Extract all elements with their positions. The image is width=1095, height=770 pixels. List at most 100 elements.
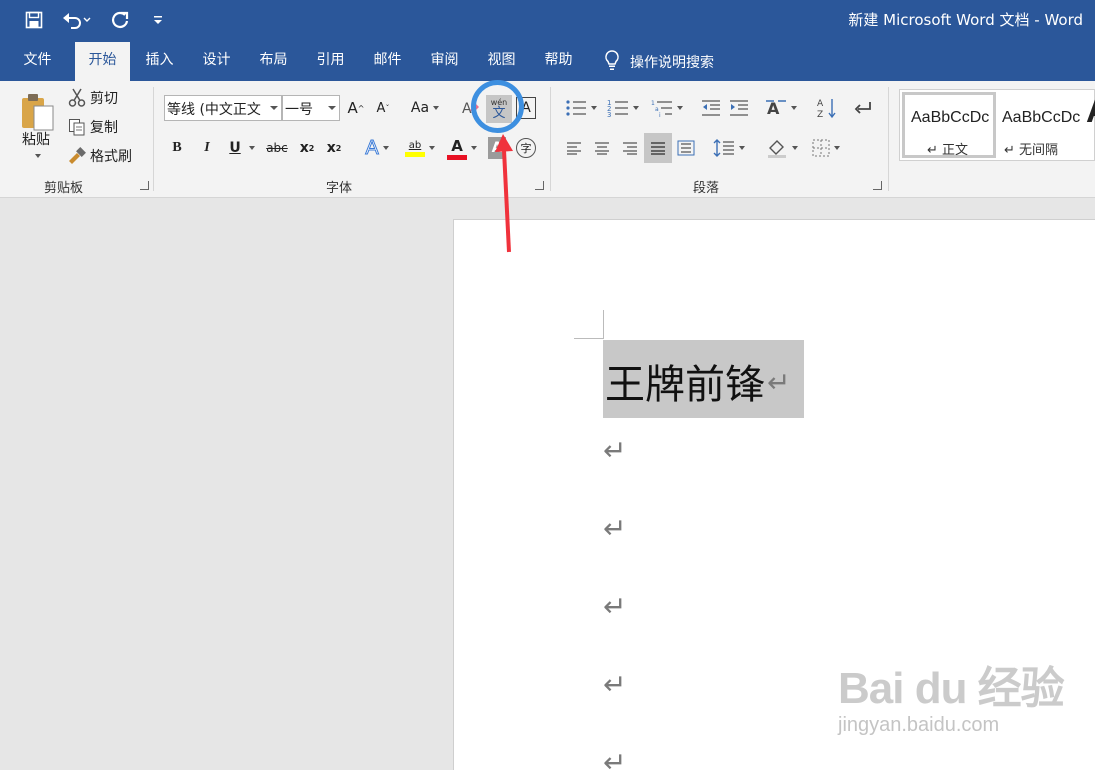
title-bar: 新建 Microsoft Word 文档 - Word xyxy=(0,0,1095,42)
align-center-icon[interactable] xyxy=(590,135,614,161)
style-name: ↵ 无间隔 xyxy=(1004,143,1059,158)
tab-help[interactable]: 帮助 xyxy=(531,42,586,81)
style-no-spacing[interactable]: AaBbCcDc ↵ 无间隔 xyxy=(996,92,1090,158)
watermark-url: jingyan.baidu.com xyxy=(838,714,1000,736)
character-shading-button[interactable]: A xyxy=(488,137,506,159)
group-divider xyxy=(550,87,551,191)
watermark: Bai du 经验 jingyan.baidu.com xyxy=(838,652,1065,737)
numbering-icon: 123 xyxy=(607,99,628,118)
svg-text:i: i xyxy=(659,112,661,118)
window-title: 新建 Microsoft Word 文档 - Word xyxy=(848,11,1083,29)
tab-mailings[interactable]: 邮件 xyxy=(360,42,415,81)
paste-dropdown-icon[interactable] xyxy=(30,151,46,161)
group-divider xyxy=(888,87,889,191)
copy-button[interactable]: 复制 xyxy=(90,117,118,137)
cut-button[interactable]: 剪切 xyxy=(90,88,118,108)
align-right-icon[interactable] xyxy=(618,135,642,161)
tab-file[interactable]: 文件 xyxy=(10,42,65,81)
clipboard-group-label: 剪贴板 xyxy=(44,181,84,196)
line-spacing-icon xyxy=(713,139,734,157)
bullets-button[interactable] xyxy=(562,95,600,121)
shading-button[interactable] xyxy=(762,135,802,161)
distributed-icon[interactable] xyxy=(674,135,698,161)
font-group-label: 字体 xyxy=(326,181,353,196)
tab-review[interactable]: 审阅 xyxy=(417,42,472,81)
increase-indent-icon[interactable] xyxy=(726,95,752,121)
enclose-characters-button[interactable]: 字 xyxy=(514,136,538,160)
font-color-button[interactable]: A xyxy=(442,134,482,162)
tell-me-search[interactable]: 操作说明搜索 xyxy=(604,42,714,81)
tab-layout[interactable]: 布局 xyxy=(246,42,301,81)
grow-font-icon: A xyxy=(347,99,358,117)
styles-gallery: AaBbCcDc ↵ 正文 AaBbCcDc ↵ 无间隔 A xyxy=(899,89,1095,161)
multilevel-list-button[interactable]: 1ai xyxy=(648,95,686,121)
asian-layout-icon: A xyxy=(766,99,786,118)
superscript-button[interactable]: x2 xyxy=(323,136,345,160)
font-size-value: 一号 xyxy=(285,102,313,118)
text-effects-button[interactable]: A xyxy=(359,136,395,160)
watermark-logo: Bai du 经验 xyxy=(838,664,1065,713)
paragraph-mark: ↵ xyxy=(603,512,627,545)
highlight-button[interactable]: ab xyxy=(400,134,440,162)
style-heading-partial[interactable]: A xyxy=(1086,92,1095,131)
tab-design[interactable]: 设计 xyxy=(189,42,244,81)
font-launcher-icon[interactable] xyxy=(535,181,544,190)
style-normal[interactable]: AaBbCcDc ↵ 正文 xyxy=(902,92,996,158)
borders-button[interactable] xyxy=(806,135,846,161)
clipboard-launcher-icon[interactable] xyxy=(140,181,149,190)
tab-insert[interactable]: 插入 xyxy=(132,42,187,81)
subscript-icon: x xyxy=(299,140,309,156)
paste-button[interactable]: 粘贴 xyxy=(14,129,58,149)
svg-text:A: A xyxy=(817,99,824,109)
numbering-button[interactable]: 123 xyxy=(604,95,642,121)
align-left-icon[interactable] xyxy=(562,135,586,161)
paragraph-mark: ↵ xyxy=(603,668,627,701)
font-name-combobox[interactable]: 等线 (中文正文 xyxy=(164,95,282,121)
strikethrough-button[interactable]: abc xyxy=(264,136,290,160)
undo-icon[interactable] xyxy=(60,8,94,32)
tell-me-label: 操作说明搜索 xyxy=(630,54,714,71)
highlighter-icon: ab xyxy=(405,140,425,157)
superscript-icon: x xyxy=(326,140,336,156)
redo-icon[interactable] xyxy=(108,8,132,32)
asian-layout-button[interactable]: A xyxy=(762,95,800,121)
font-name-value: 等线 (中文正文 xyxy=(167,102,261,118)
shrink-font-button[interactable]: Aˇ xyxy=(372,97,394,119)
change-case-icon: Aa xyxy=(410,100,430,116)
tab-home[interactable]: 开始 xyxy=(75,42,130,81)
tab-view[interactable]: 视图 xyxy=(474,42,529,81)
save-icon[interactable] xyxy=(22,8,46,32)
line-spacing-button[interactable] xyxy=(710,135,748,161)
style-sample: AaBbCcDc xyxy=(911,109,990,126)
underline-button[interactable]: U xyxy=(224,136,260,160)
justify-icon[interactable] xyxy=(644,133,672,163)
ribbon: 粘贴 剪切 复制 格式刷 剪贴板 等线 (中文正文 一号 A ^ Aˇ Aa A … xyxy=(0,81,1095,198)
font-color-icon: A xyxy=(447,137,467,160)
svg-text:Z: Z xyxy=(817,110,823,119)
group-divider xyxy=(153,87,154,191)
customize-icon[interactable] xyxy=(146,8,170,32)
show-hide-marks-icon[interactable] xyxy=(850,95,876,121)
style-name: ↵ 正文 xyxy=(927,143,969,158)
paragraph-mark: ↵ xyxy=(603,746,627,770)
subscript-button[interactable]: x2 xyxy=(296,136,318,160)
format-painter-button[interactable]: 格式刷 xyxy=(90,146,132,166)
change-case-button[interactable]: Aa xyxy=(408,97,442,119)
selected-text[interactable]: 王牌前锋↵ xyxy=(603,340,805,418)
paragraph-mark: ↵ xyxy=(603,590,627,623)
font-size-dropdown-icon xyxy=(328,106,336,110)
lightbulb-icon xyxy=(604,49,620,75)
decrease-indent-icon[interactable] xyxy=(698,95,724,121)
scissors-icon xyxy=(66,87,88,109)
sort-icon[interactable]: AZ xyxy=(814,95,840,121)
svg-text:3: 3 xyxy=(607,111,611,118)
font-size-combobox[interactable]: 一号 xyxy=(282,95,340,121)
underline-icon: U xyxy=(229,140,241,156)
tab-references[interactable]: 引用 xyxy=(303,42,358,81)
style-sample: AaBbCcDc xyxy=(1002,109,1081,126)
format-painter-icon xyxy=(66,145,88,167)
paragraph-launcher-icon[interactable] xyxy=(873,181,882,190)
italic-button[interactable]: I xyxy=(197,136,217,160)
bold-button[interactable]: B xyxy=(167,136,187,160)
grow-font-button[interactable]: A ^ xyxy=(345,97,367,119)
